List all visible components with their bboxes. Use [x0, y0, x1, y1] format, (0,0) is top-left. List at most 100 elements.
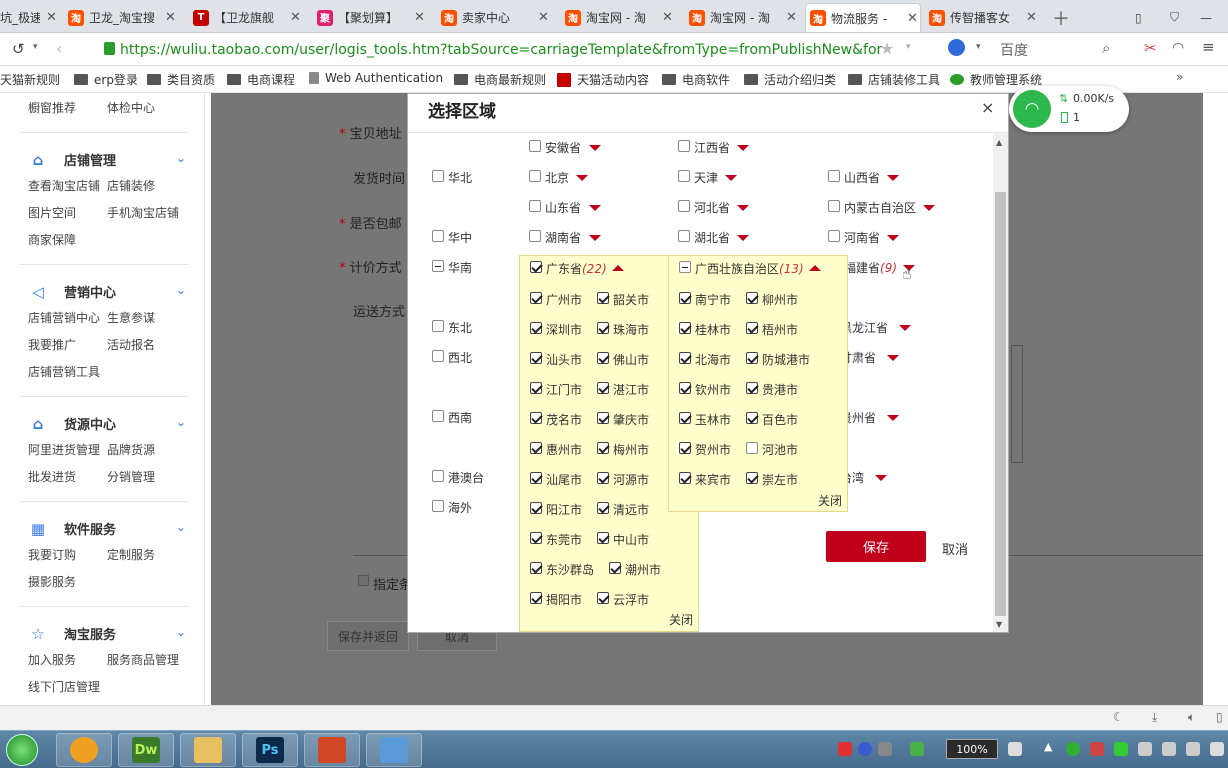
sogou-icon[interactable] [838, 742, 852, 756]
speaker-tray-icon[interactable] [1186, 742, 1200, 756]
close-popup-link[interactable]: 关闭 [669, 611, 693, 628]
city-checkbox[interactable] [530, 442, 542, 454]
city-checkbox[interactable] [597, 592, 609, 604]
chevron-down-icon[interactable]: ⌄ [176, 520, 186, 534]
region-checkbox[interactable] [432, 500, 444, 512]
sidebar-link[interactable]: 摄影服务 [28, 573, 76, 590]
tab-active-logistics[interactable]: 淘物流服务 - ✕ [805, 3, 921, 32]
close-icon[interactable]: ✕ [907, 11, 918, 26]
section-title-taobao-services[interactable]: ☆ 淘宝服务 [28, 624, 116, 644]
city-checkbox[interactable] [597, 472, 609, 484]
zoom-indicator[interactable]: 100% [946, 739, 998, 759]
sidebar-link[interactable]: 批发进货 [28, 468, 76, 485]
close-icon[interactable]: ✕ [46, 10, 57, 25]
city-checkbox[interactable] [530, 322, 542, 334]
tray-icon[interactable] [1138, 742, 1152, 756]
sidebar-link[interactable]: 我要订购 [28, 546, 76, 563]
region-checkbox[interactable] [432, 350, 444, 362]
sidebar-link[interactable]: 加入服务 [28, 651, 76, 668]
sidebar-link[interactable]: 手机淘宝店铺 [107, 204, 179, 221]
chevron-down-icon[interactable]: ⌄ [176, 151, 186, 165]
region-checkbox[interactable] [432, 410, 444, 422]
tray-icon[interactable] [1210, 742, 1224, 756]
city-checkbox[interactable] [746, 472, 758, 484]
expand-arrow-icon[interactable] [887, 175, 899, 181]
city-checkbox[interactable] [746, 352, 758, 364]
city-checkbox[interactable] [679, 442, 691, 454]
start-button[interactable] [6, 734, 38, 766]
province-checkbox[interactable] [678, 170, 690, 182]
back-icon[interactable]: ‹ [56, 39, 62, 58]
province-checkbox[interactable] [678, 200, 690, 212]
city-checkbox[interactable] [597, 292, 609, 304]
tab-5[interactable]: 淘淘宝网 - 淘 ✕ [565, 3, 683, 32]
close-icon[interactable]: ✕ [290, 10, 301, 25]
tab-2[interactable]: T 【卫龙旗舰 ✕ [193, 3, 311, 32]
bookmark-item[interactable]: 活动介绍归类 [744, 71, 836, 88]
scrollbar-thumb[interactable] [995, 192, 1006, 616]
close-popup-link[interactable]: 关闭 [818, 492, 842, 509]
tray-icon[interactable] [1114, 742, 1128, 756]
city-checkbox[interactable] [530, 562, 542, 574]
sidebar-link[interactable]: 体检中心 [107, 99, 155, 116]
collapse-arrow-icon[interactable] [612, 265, 624, 271]
city-checkbox[interactable] [530, 352, 542, 364]
search-input[interactable]: 百度 [1000, 37, 1100, 62]
taskbar-app-browser[interactable] [56, 733, 112, 767]
save-and-return-button[interactable]: 保存并返回 [327, 621, 409, 651]
close-icon[interactable]: × [981, 98, 994, 117]
province-checkbox[interactable] [529, 200, 541, 212]
sidebar-link[interactable]: 活动报名 [107, 336, 155, 353]
bookmark-item[interactable]: 天猫新规则 [0, 71, 60, 88]
city-checkbox[interactable] [597, 502, 609, 514]
tab-4[interactable]: 淘卖家中心 ✕ [441, 3, 559, 32]
sidebar-link[interactable]: 图片空间 [28, 204, 76, 221]
region-checkbox[interactable] [432, 230, 444, 242]
sidebar-link[interactable]: 店铺营销中心 [28, 309, 100, 326]
close-icon[interactable]: ✕ [414, 10, 425, 25]
tray-icon[interactable] [1162, 742, 1176, 756]
province-checkbox-guangxi[interactable] [679, 261, 691, 273]
chevron-down-icon[interactable]: ▾ [33, 42, 38, 52]
new-tab-plus-icon[interactable]: ＋ [1052, 3, 1072, 32]
region-checkbox-partial[interactable] [432, 260, 444, 272]
province-checkbox[interactable] [678, 140, 690, 152]
close-icon[interactable]: ✕ [786, 10, 797, 25]
tab-6[interactable]: 淘淘宝网 - 淘 ✕ [689, 3, 805, 32]
tab-3[interactable]: 聚【聚划算】 ✕ [317, 3, 435, 32]
bookmark-item[interactable]: 天猫活动内容 [557, 71, 649, 88]
taskbar-app-viewer[interactable] [366, 733, 422, 767]
collapse-arrow-icon[interactable] [809, 265, 821, 271]
expand-arrow-icon[interactable] [899, 325, 911, 331]
cancel-link[interactable]: 取消 [942, 539, 968, 558]
sidebar-link[interactable]: 品牌货源 [107, 441, 155, 458]
city-checkbox[interactable] [679, 472, 691, 484]
window-restore-icon[interactable]: ▯ [1135, 3, 1149, 32]
tab-8[interactable]: 淘传智播客女 ✕ [929, 3, 1047, 32]
province-checkbox[interactable] [828, 170, 840, 182]
city-checkbox[interactable] [746, 292, 758, 304]
bookmark-item[interactable]: 电商软件 [662, 71, 730, 88]
bookmark-item[interactable]: 电商课程 [227, 71, 295, 88]
sidebar-link[interactable]: 查看淘宝店铺 [28, 177, 100, 194]
section-title-marketing[interactable]: ◁ 营销中心 [28, 282, 116, 302]
expand-arrow-icon[interactable] [725, 175, 737, 181]
province-checkbox[interactable] [678, 230, 690, 242]
close-icon[interactable]: ✕ [165, 10, 176, 25]
minimize-icon[interactable]: — [1200, 3, 1214, 32]
city-checkbox[interactable] [746, 442, 758, 454]
expand-arrow-icon[interactable] [589, 145, 601, 151]
close-icon[interactable]: ✕ [1026, 10, 1037, 25]
wifi-tray-icon[interactable] [910, 742, 924, 756]
expand-arrow-icon[interactable] [875, 475, 887, 481]
city-checkbox[interactable] [530, 292, 542, 304]
province-checkbox[interactable] [529, 230, 541, 242]
expand-arrow-icon[interactable] [576, 175, 588, 181]
region-checkbox[interactable] [432, 170, 444, 182]
expand-arrow-icon[interactable] [887, 415, 899, 421]
expand-arrow-icon[interactable] [923, 205, 935, 211]
province-checkbox[interactable] [828, 200, 840, 212]
province-checkbox[interactable] [828, 230, 840, 242]
chevron-down-icon[interactable]: ⌄ [176, 415, 186, 429]
expand-arrow-icon[interactable] [589, 235, 601, 241]
